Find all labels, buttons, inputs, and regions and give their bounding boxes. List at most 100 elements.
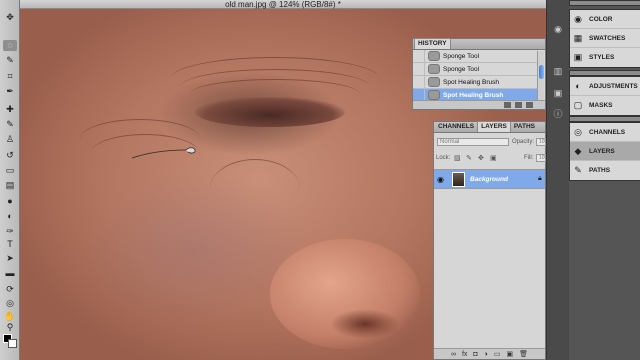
layers-tab-bar: CHANNELS LAYERS PATHS [434, 121, 545, 133]
history-snapshot-toggle[interactable] [413, 75, 425, 89]
history-state-label: Sponge Tool [443, 52, 480, 60]
trash-icon[interactable] [526, 102, 533, 108]
history-state-label: Spot Healing Brush [443, 78, 500, 86]
lock-transparent-icon[interactable]: ▨ [454, 154, 461, 162]
background-color-swatch[interactable] [8, 339, 17, 348]
dock-item-label: CHANNELS [589, 128, 626, 136]
history-scroll-thumb[interactable] [539, 65, 544, 79]
swatches-icon: ▦ [573, 32, 583, 43]
opacity-label: Opacity: [512, 139, 535, 145]
tab-channels[interactable]: CHANNELS [435, 122, 477, 132]
quick-select-tool-icon[interactable]: ✎ [3, 55, 17, 66]
blur-tool-icon[interactable]: ● [3, 196, 17, 207]
brush-tool-icon[interactable]: ✎ [3, 119, 17, 130]
add-mask-icon[interactable]: ◘ [473, 351, 477, 358]
delete-layer-icon[interactable]: 🗑 [519, 350, 528, 358]
layer-row[interactable]: ◉ Background 🔒︎ [434, 169, 545, 189]
masks-icon: ▢ [573, 100, 583, 110]
channels-icon: ◎ [574, 126, 582, 137]
dock-item-label: COLOR [589, 15, 613, 23]
link-layers-icon[interactable]: ∞ [451, 351, 456, 358]
history-footer [413, 100, 545, 109]
spot-healing-tool-icon[interactable]: ✚ [3, 104, 17, 115]
type-tool-icon[interactable]: T [3, 239, 17, 250]
lock-icon: 🔒︎ [538, 175, 542, 182]
photo-nostril-region [330, 309, 400, 339]
lock-image-icon[interactable]: ✎ [466, 154, 472, 162]
dock-item-styles[interactable]: ▣ STYLES [570, 48, 640, 67]
lock-all-icon[interactable]: ▣ [490, 154, 497, 162]
history-state-row[interactable]: Sponge Tool [413, 62, 538, 76]
lock-label: Lock: [436, 155, 451, 161]
adjustments-icon: ◐ [575, 81, 581, 91]
eye-visibility-icon[interactable]: ◉ [437, 175, 444, 184]
photo-wrinkle [170, 57, 380, 101]
pen-tool-icon[interactable]: ✑ [3, 226, 17, 237]
dock-item-label: MASKS [589, 102, 613, 109]
dock-item-label: ADJUSTMENTS [589, 82, 638, 90]
tab-paths[interactable]: PATHS [511, 122, 538, 132]
layers-footer: ∞ fx ◘ ◑ ▭ ▣ 🗑 [434, 348, 545, 359]
sponge-tool-icon [428, 51, 440, 61]
eyedropper-tool-icon[interactable]: ✒ [3, 86, 17, 97]
lasso-tool-icon[interactable]: ◌ [3, 40, 17, 51]
color-mini-icon[interactable]: ◉ [549, 22, 567, 36]
dock-item-masks[interactable]: ▢ MASKS [570, 96, 640, 115]
snapshot-camera-icon[interactable] [515, 102, 522, 108]
3d-orbit-tool-icon[interactable]: ◎ [3, 298, 17, 309]
dock-item-layers[interactable]: ◆ LAYERS [570, 142, 640, 161]
fill-label: Fill: [524, 155, 534, 161]
3d-rotate-tool-icon[interactable]: ⟳ [3, 284, 17, 295]
zoom-tool-icon[interactable]: ⚲ [3, 322, 17, 333]
dock-item-label: STYLES [589, 54, 615, 61]
history-scrollbar[interactable] [537, 51, 544, 101]
info-mini-icon[interactable]: ⓘ [549, 106, 567, 120]
tab-layers[interactable]: LAYERS [477, 121, 511, 132]
history-tab-bar: HISTORY [413, 38, 545, 50]
tab-history[interactable]: HISTORY [414, 38, 451, 49]
history-state-row[interactable]: Spot Healing Brush [413, 75, 538, 89]
new-layer-icon[interactable]: ▣ [507, 350, 514, 358]
dock-item-label: SWATCHES [589, 34, 626, 42]
move-tool-icon[interactable]: ✥ [3, 12, 17, 23]
layer-name: Background [470, 176, 508, 183]
dock-item-adjustments[interactable]: ◐ ADJUSTMENTS [570, 77, 640, 96]
adjustment-layer-icon[interactable]: ◑ [484, 351, 488, 358]
lock-position-icon[interactable]: ✥ [478, 154, 484, 162]
history-state-row[interactable]: Sponge Tool [413, 49, 538, 63]
gradient-tool-icon[interactable]: ▤ [3, 180, 17, 191]
dock-item-swatches[interactable]: ▦ SWATCHES [570, 29, 640, 48]
dock-item-label: LAYERS [589, 147, 615, 155]
histogram-mini-icon[interactable]: ▥ [549, 64, 567, 78]
hand-tool-icon[interactable]: ✋ [3, 311, 17, 322]
dock-item-paths[interactable]: ✎ PATHS [570, 161, 640, 180]
eraser-tool-icon[interactable]: ▭ [3, 165, 17, 176]
new-group-icon[interactable]: ▭ [494, 350, 501, 358]
brush-cursor-stroke [131, 147, 196, 159]
image-mini-icon[interactable]: ▣ [549, 86, 567, 100]
document-titlebar[interactable]: old man.jpg @ 124% (RGB/8#) * [20, 0, 546, 9]
fill-field[interactable]: 100% [536, 154, 552, 162]
history-brush-tool-icon[interactable]: ↺ [3, 150, 17, 161]
history-snapshot-toggle[interactable] [413, 49, 425, 63]
path-select-tool-icon[interactable]: ➤ [3, 253, 17, 264]
dodge-tool-icon[interactable]: ◐ [3, 211, 17, 222]
dock-group-color: ◉ COLOR ▦ SWATCHES ▣ STYLES [569, 9, 640, 68]
crop-tool-icon[interactable]: ⌗ [3, 71, 17, 82]
opacity-field[interactable]: 100% [536, 138, 552, 146]
dock-item-color[interactable]: ◉ COLOR [570, 10, 640, 29]
history-snapshot-toggle[interactable] [413, 62, 425, 76]
clone-stamp-tool-icon[interactable]: ♙ [3, 134, 17, 145]
history-state-label: Spot Healing Brush [443, 91, 504, 99]
layer-style-icon[interactable]: fx [462, 351, 467, 358]
sponge-tool-icon [428, 64, 440, 74]
dock-item-channels[interactable]: ◎ CHANNELS [570, 123, 640, 142]
color-icon: ◉ [574, 13, 582, 24]
document-title: old man.jpg @ 124% (RGB/8#) * [225, 0, 341, 9]
shape-tool-icon[interactable]: ▬ [3, 268, 17, 279]
dock-strip[interactable] [569, 0, 640, 6]
photo-wrinkle [210, 159, 300, 219]
new-document-from-state-icon[interactable] [504, 102, 511, 108]
blend-mode-select[interactable]: Normal [437, 138, 509, 146]
dock-item-label: PATHS [589, 167, 611, 174]
